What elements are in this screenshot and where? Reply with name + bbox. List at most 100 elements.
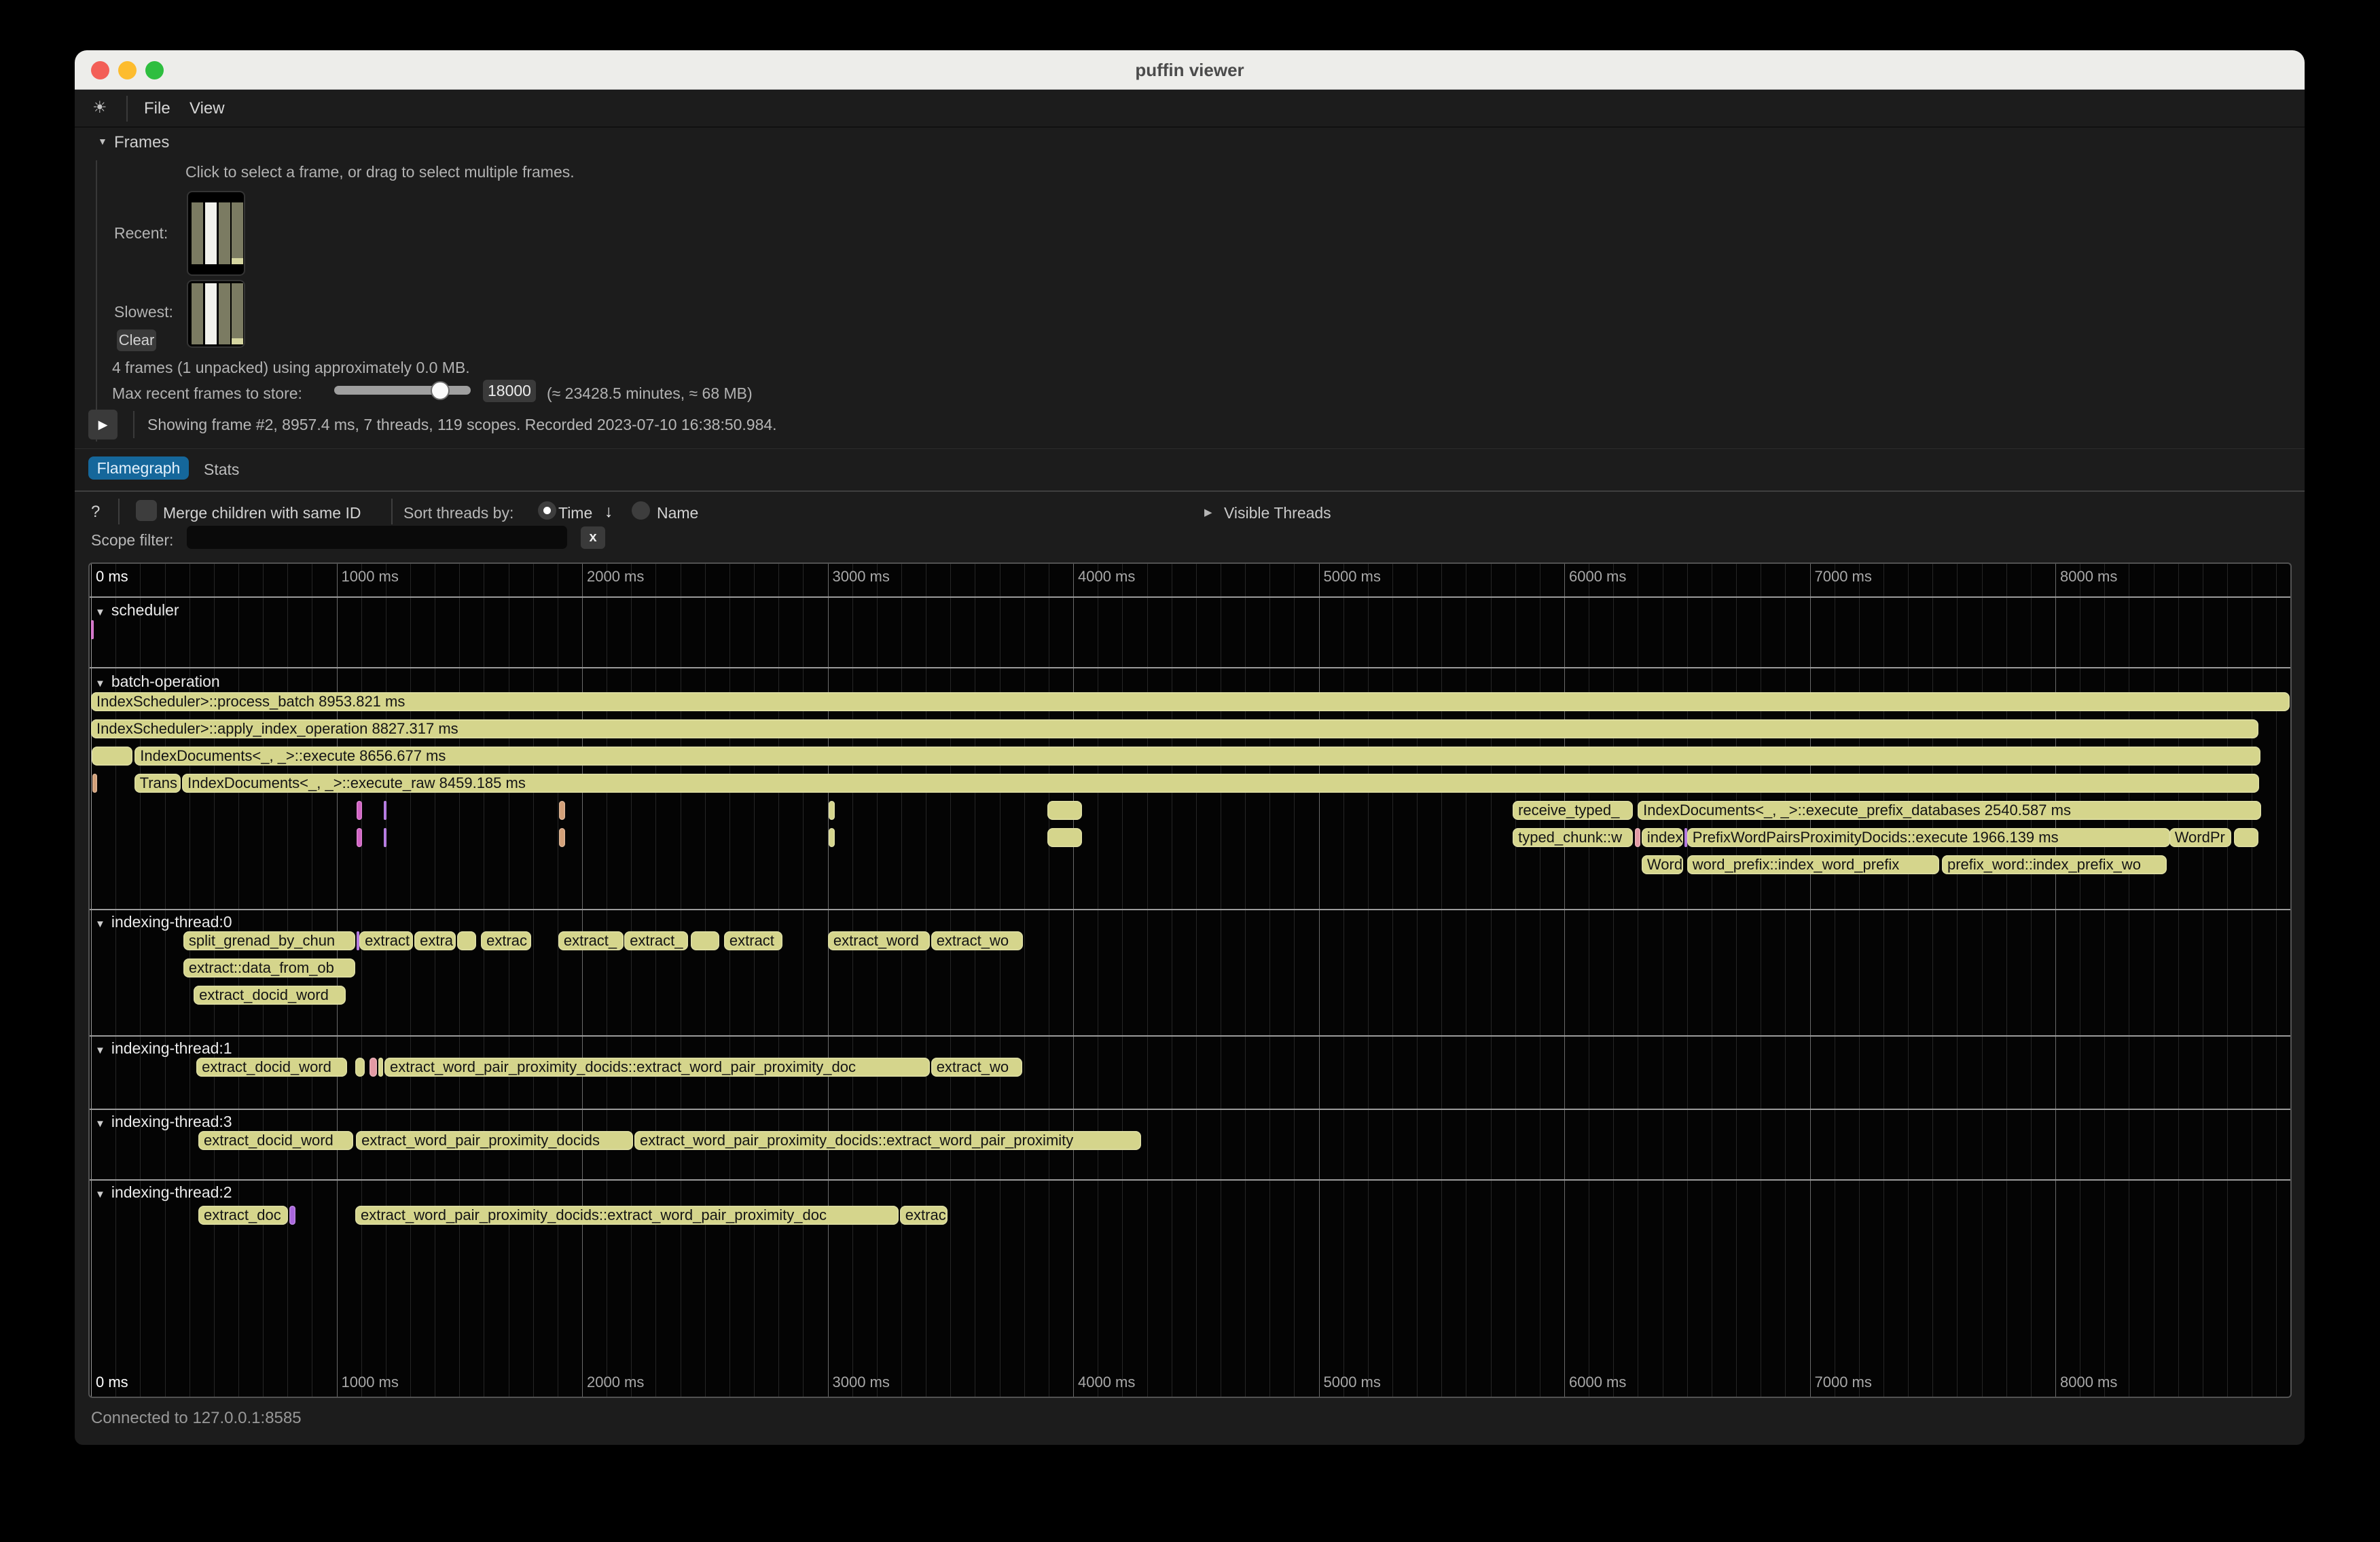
flamegraph-canvas[interactable]: 0 ms0 ms1000 ms1000 ms2000 ms2000 ms3000… <box>88 562 2292 1398</box>
flame-bar[interactable] <box>384 801 386 820</box>
flame-bar[interactable]: IndexScheduler>::process_batch 8953.821 … <box>91 692 2290 711</box>
flame-bar[interactable] <box>369 1058 377 1077</box>
flame-bar[interactable]: WordPr <box>2169 828 2231 847</box>
flame-bar[interactable] <box>378 1058 383 1077</box>
flame-bar[interactable]: IndexScheduler>::apply_index_operation 8… <box>91 719 2258 738</box>
flame-bar[interactable] <box>829 801 835 820</box>
flame-bar[interactable]: extract_wo <box>931 931 1023 950</box>
flame-bar[interactable]: extract::data_from_ob <box>183 958 355 978</box>
flame-bar[interactable]: extract_doc <box>198 1206 288 1225</box>
flame-bar[interactable] <box>691 931 719 950</box>
sort-by-time-radio[interactable] <box>538 501 556 520</box>
menu-view[interactable]: View <box>190 99 225 118</box>
sort-by-name-label[interactable]: Name <box>657 504 698 522</box>
flame-bar[interactable]: extract <box>359 931 413 950</box>
flame-bar[interactable]: Word <box>1642 855 1683 874</box>
thread-header-indexing-thread:3[interactable]: ▼indexing-thread:3 <box>95 1113 232 1131</box>
flame-bar[interactable]: IndexDocuments<_, _>::execute_raw 8459.1… <box>182 774 2259 793</box>
flame-bar[interactable] <box>289 1206 295 1225</box>
flame-bar[interactable]: extract_word_pair_proximity_docids::extr… <box>355 1206 899 1225</box>
scope-filter-clear-button[interactable]: x <box>581 526 605 549</box>
flame-bar[interactable]: extract_ <box>624 931 688 950</box>
tab-stats[interactable]: Stats <box>204 461 239 479</box>
flame-bar[interactable]: IndexDocuments<_, _>::execute 8656.677 m… <box>134 747 2260 766</box>
flame-bar[interactable]: extract <box>724 931 782 950</box>
thread-header-indexing-thread:1[interactable]: ▼indexing-thread:1 <box>95 1039 232 1058</box>
flame-bar[interactable]: split_grenad_by_chun <box>183 931 355 950</box>
flame-bar[interactable]: extract_docid_word <box>198 1131 353 1150</box>
flame-bar[interactable]: extract_docid_word <box>196 1058 347 1077</box>
frame-stripe-selected[interactable] <box>205 283 217 344</box>
grid-line <box>1515 564 1516 1397</box>
grid-line <box>705 564 706 1397</box>
flame-bar[interactable] <box>357 801 362 820</box>
frame-stripe[interactable] <box>232 202 243 264</box>
flame-bar[interactable] <box>355 1058 365 1077</box>
frame-stripe[interactable] <box>219 202 230 264</box>
theme-toggle-sun-icon[interactable]: ☀ <box>92 98 107 118</box>
flame-bar[interactable]: extract_word_pair_proximity_docids <box>356 1131 633 1150</box>
flame-bar[interactable]: extract_word_pair_proximity_docids::extr… <box>634 1131 1141 1150</box>
help-button[interactable]: ? <box>91 503 100 522</box>
flame-bar[interactable]: extrac <box>481 931 531 950</box>
recent-frames-thumbnail[interactable] <box>187 191 245 276</box>
frames-collapse-icon[interactable]: ▼ <box>98 136 107 147</box>
flame-bar[interactable]: index <box>1642 828 1683 847</box>
clear-button[interactable]: Clear <box>117 329 156 351</box>
play-button[interactable]: ▶ <box>88 410 118 440</box>
flame-bar[interactable] <box>457 931 477 950</box>
thread-name: batch-operation <box>111 673 220 690</box>
flame-bar[interactable] <box>559 828 565 847</box>
flame-bar[interactable] <box>2234 828 2258 847</box>
flame-bar[interactable] <box>1047 828 1082 847</box>
scope-filter-input[interactable] <box>187 526 567 549</box>
frames-section-title[interactable]: Frames <box>114 133 169 152</box>
flame-bar[interactable]: word_prefix::index_word_prefix <box>1687 855 1939 874</box>
chevron-down-icon: ▼ <box>95 607 105 618</box>
sort-by-time-label[interactable]: Time <box>558 504 592 522</box>
frame-stripe-selected[interactable] <box>205 202 217 264</box>
flame-bar[interactable] <box>92 747 133 766</box>
flame-bar[interactable] <box>384 828 386 847</box>
flame-bar[interactable]: IndexDocuments<_, _>::execute_prefix_dat… <box>1638 801 2261 820</box>
merge-children-checkbox[interactable] <box>136 500 157 521</box>
max-frames-value[interactable]: 18000 <box>483 380 536 402</box>
flame-bar[interactable] <box>559 801 565 820</box>
thread-header-batch-operation[interactable]: ▼batch-operation <box>95 673 220 691</box>
tab-flamegraph[interactable]: Flamegraph <box>88 456 189 480</box>
flame-bar[interactable]: extract_word <box>828 931 930 950</box>
flame-bar[interactable] <box>92 774 97 793</box>
slowest-frames-thumbnail[interactable] <box>187 280 245 348</box>
flame-bar[interactable] <box>91 620 94 639</box>
menu-file[interactable]: File <box>144 99 170 118</box>
max-frames-slider-knob[interactable] <box>431 381 450 400</box>
flame-bar[interactable]: prefix_word::index_prefix_wo <box>1942 855 2167 874</box>
flame-bar[interactable] <box>829 828 835 847</box>
flame-bar[interactable] <box>1635 828 1640 847</box>
flame-bar[interactable]: extrac <box>900 1206 948 1225</box>
merge-children-label[interactable]: Merge children with same ID <box>163 504 361 522</box>
sort-by-name-radio[interactable] <box>632 501 650 520</box>
frame-stripe[interactable] <box>192 202 203 264</box>
frame-stripe[interactable] <box>232 283 243 344</box>
visible-threads-label[interactable]: Visible Threads <box>1224 504 1331 522</box>
flame-bar[interactable]: extract_ <box>558 931 624 950</box>
flame-bar[interactable]: PrefixWordPairsProximityDocids::execute … <box>1687 828 2170 847</box>
thread-header-scheduler[interactable]: ▼scheduler <box>95 601 179 620</box>
flame-bar[interactable]: Trans <box>134 774 181 793</box>
max-frames-slider[interactable] <box>334 386 471 395</box>
flame-bar[interactable] <box>1047 801 1082 820</box>
frame-stripe[interactable] <box>219 283 230 344</box>
flame-bar[interactable]: extract_docid_word <box>194 986 346 1005</box>
thread-header-indexing-thread:0[interactable]: ▼indexing-thread:0 <box>95 913 232 931</box>
frame-stripe[interactable] <box>192 283 203 344</box>
thread-header-indexing-thread:2[interactable]: ▼indexing-thread:2 <box>95 1183 232 1202</box>
sort-direction-down-icon[interactable]: ↓ <box>605 502 613 522</box>
visible-threads-collapse-icon[interactable]: ▶ <box>1204 506 1212 518</box>
flame-bar[interactable]: extra <box>414 931 456 950</box>
flame-bar[interactable]: typed_chunk::w <box>1513 828 1633 847</box>
flame-bar[interactable]: extract_word_pair_proximity_docids::extr… <box>384 1058 930 1077</box>
flame-bar[interactable]: receive_typed_ <box>1513 801 1633 820</box>
flame-bar[interactable]: extract_wo <box>931 1058 1022 1077</box>
flame-bar[interactable] <box>357 828 362 847</box>
